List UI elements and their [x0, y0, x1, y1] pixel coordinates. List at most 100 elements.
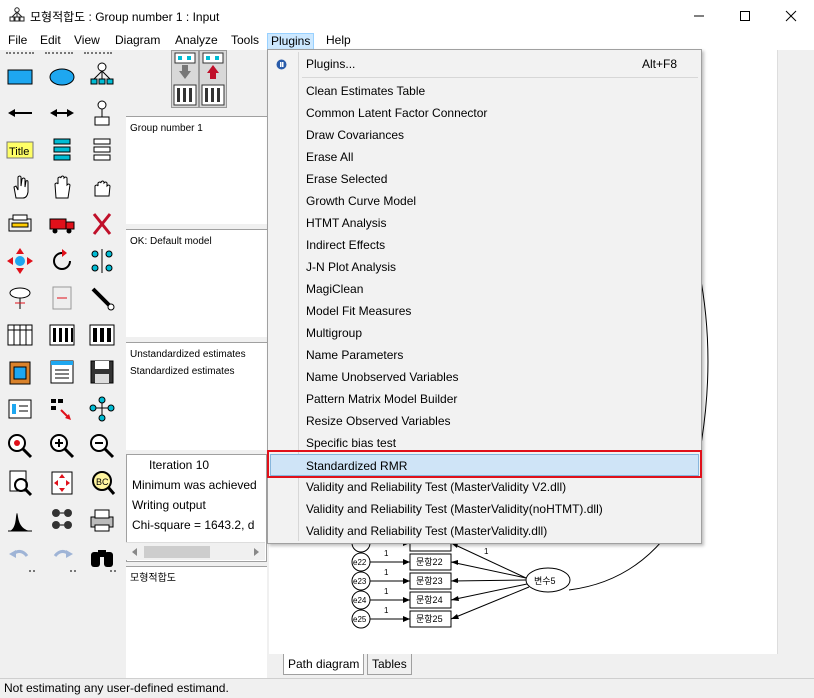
move-parameter-tool[interactable] [2, 280, 38, 316]
add-unique-variable-tool[interactable] [84, 95, 120, 131]
draw-path-tool[interactable] [2, 95, 38, 131]
view-input-button[interactable] [171, 50, 199, 108]
distribution-icon [8, 513, 32, 532]
analysis-properties-tool[interactable] [44, 317, 80, 353]
menu-edit[interactable]: Edit [37, 33, 64, 50]
zoom-in-tool[interactable] [44, 428, 80, 464]
fit-to-page-tool[interactable] [44, 465, 80, 501]
log-horizontal-scrollbar[interactable] [126, 542, 265, 560]
menu-item-multigroup[interactable]: Multigroup [270, 322, 699, 344]
magnify-tool[interactable]: BC [84, 465, 120, 501]
drag-properties-tool[interactable] [44, 391, 80, 427]
tab-tables[interactable]: Tables [367, 654, 412, 675]
menu-item-common-latent-factor-connector[interactable]: Common Latent Factor Connector [270, 102, 699, 124]
menu-file[interactable]: File [5, 33, 30, 50]
symmetry-icon [89, 396, 115, 422]
plugins-dialog-item[interactable]: Plugins... Alt+F8 [270, 53, 699, 75]
touch-up-tool[interactable] [84, 280, 120, 316]
menu-item-model-fit-measures[interactable]: Model Fit Measures [270, 300, 699, 322]
view-page-tool[interactable] [2, 465, 38, 501]
zoom-select-tool[interactable] [2, 428, 38, 464]
draw-unobserved-variable-tool[interactable] [44, 58, 80, 94]
tab-path-diagram[interactable]: Path diagram [283, 654, 365, 675]
view-text-tool[interactable] [44, 354, 80, 390]
menu-item-htmt-analysis[interactable]: HTMT Analysis [270, 212, 699, 234]
zoom-area-icon [8, 434, 33, 459]
variable-list-icon [53, 138, 71, 161]
menu-item-indirect-effects[interactable]: Indirect Effects [270, 234, 699, 256]
model-item[interactable]: OK: Default model [130, 233, 263, 250]
multiple-group-tool[interactable] [44, 502, 80, 538]
menu-item-validity-reliability-nohtmt[interactable]: Validity and Reliability Test (MasterVal… [270, 498, 699, 520]
menu-item-validity-reliability-v2[interactable]: Validity and Reliability Test (MasterVal… [270, 476, 699, 498]
group-item[interactable]: Group number 1 [130, 120, 263, 137]
save-tool[interactable] [84, 354, 120, 390]
zoom-out-tool[interactable] [84, 428, 120, 464]
menu-item-pattern-matrix-model-builder[interactable]: Pattern Matrix Model Builder [270, 388, 699, 410]
rotate-tool[interactable] [44, 243, 80, 279]
menu-view[interactable]: View [71, 33, 103, 50]
menu-item-resize-observed-variables[interactable]: Resize Observed Variables [270, 410, 699, 432]
model-panel: Group number 1 OK: Default model Unstand… [124, 50, 269, 678]
preserve-symmetries-tool[interactable] [84, 391, 120, 427]
move-tool[interactable] [44, 206, 80, 242]
menu-item-clean-estimates-table[interactable]: Clean Estimates Table [270, 80, 699, 102]
deselect-all-tool[interactable] [84, 169, 120, 205]
menu-item-draw-covariances[interactable]: Draw Covariances [270, 124, 699, 146]
menu-item-name-unobserved-variables[interactable]: Name Unobserved Variables [270, 366, 699, 388]
menu-item-label: Growth Curve Model [306, 194, 417, 208]
menu-item-jn-plot-analysis[interactable]: J-N Plot Analysis [270, 256, 699, 278]
maximize-button[interactable] [722, 0, 768, 31]
input-path-icon [173, 52, 197, 106]
menu-item-label: Pattern Matrix Model Builder [306, 392, 458, 406]
list-variables-tool[interactable] [44, 132, 80, 168]
menu-separator [302, 77, 698, 78]
data-grid-icon [7, 324, 33, 346]
scroll-tool[interactable] [44, 280, 80, 316]
object-properties-tool[interactable] [2, 391, 38, 427]
menu-item-growth-curve-model[interactable]: Growth Curve Model [270, 190, 699, 212]
page-zoom-icon [9, 470, 33, 497]
toolbar-overflow[interactable] [110, 570, 116, 574]
copy-tool[interactable] [2, 206, 38, 242]
view-tabs: Path diagram Tables [269, 654, 814, 678]
menu-analyze[interactable]: Analyze [172, 33, 221, 50]
menu-item-erase-selected[interactable]: Erase Selected [270, 168, 699, 190]
menu-item-name-parameters[interactable]: Name Parameters [270, 344, 699, 366]
toolbar-overflow[interactable] [70, 570, 76, 574]
draw-latent-indicator-tool[interactable] [84, 58, 120, 94]
view-output-button[interactable] [199, 50, 227, 108]
maximize-icon [740, 10, 750, 21]
close-button[interactable] [768, 0, 814, 31]
print-tool[interactable] [84, 502, 120, 538]
bayesian-estimation-tool[interactable] [2, 502, 38, 538]
standardized-estimates-item[interactable]: Standardized estimates [130, 363, 263, 380]
minimize-button[interactable] [676, 0, 722, 31]
select-data-files-tool[interactable] [2, 317, 38, 353]
draw-covariance-tool[interactable] [44, 95, 80, 131]
minimize-icon [694, 15, 704, 16]
select-one-tool[interactable] [2, 169, 38, 205]
copy-to-clipboard-tool[interactable] [2, 354, 38, 390]
menu-item-validity-reliability[interactable]: Validity and Reliability Test (MasterVal… [270, 520, 699, 542]
reflect-tool[interactable] [84, 243, 120, 279]
unstandardized-estimates-item[interactable]: Unstandardized estimates [130, 346, 263, 363]
select-all-tool[interactable] [44, 169, 80, 205]
menu-diagram[interactable]: Diagram [112, 33, 163, 50]
menu-plugins[interactable]: Plugins [267, 33, 315, 50]
list-dataset-variables-tool[interactable] [84, 132, 120, 168]
loading-path [450, 542, 527, 579]
loading-path [450, 561, 527, 579]
file-item[interactable]: 모형적합도 [130, 570, 263, 587]
toolbar-overflow[interactable] [29, 570, 35, 574]
menu-help[interactable]: Help [323, 33, 354, 50]
canvas-vertical-scrollbar[interactable] [777, 50, 814, 654]
menu-item-magiclean[interactable]: MagiClean [270, 278, 699, 300]
erase-tool[interactable] [84, 206, 120, 242]
menu-item-erase-all[interactable]: Erase All [270, 146, 699, 168]
draw-observed-variable-tool[interactable] [2, 58, 38, 94]
title-tool[interactable]: Title [2, 132, 38, 168]
menu-tools[interactable]: Tools [228, 33, 262, 50]
change-shape-tool[interactable] [2, 243, 38, 279]
calculate-estimates-tool[interactable] [84, 317, 120, 353]
